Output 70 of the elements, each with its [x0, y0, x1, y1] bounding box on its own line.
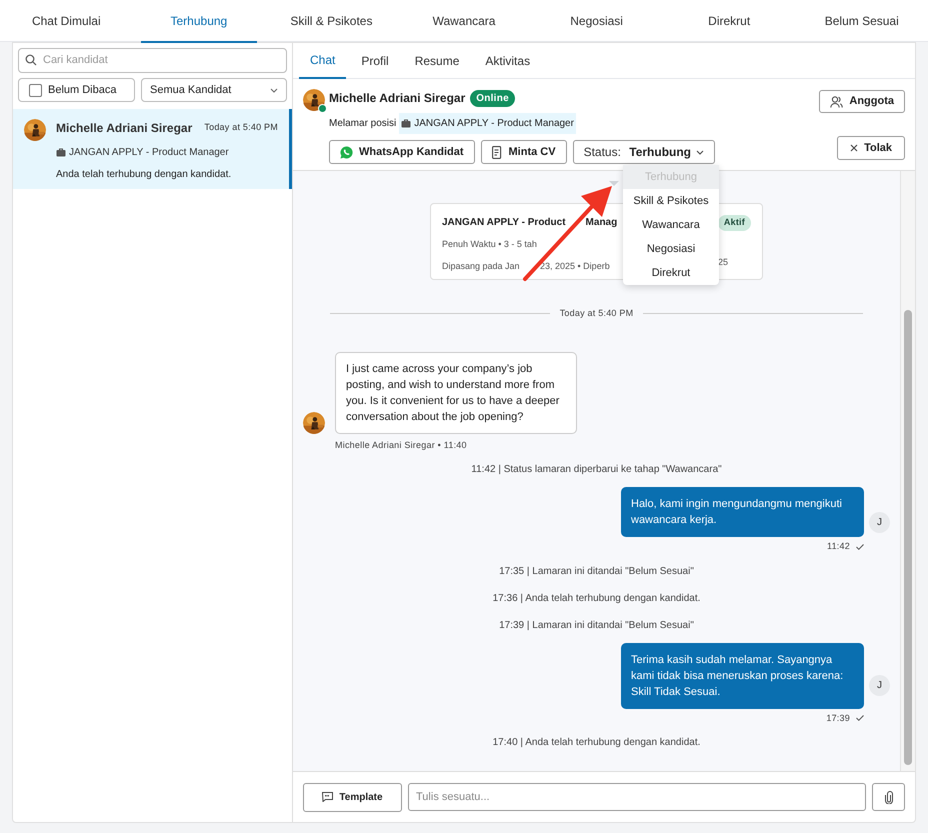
tab[interactable]: Belum Sesuai: [795, 0, 928, 42]
unread-checkbox-button[interactable]: Belum Dibaca: [18, 78, 135, 102]
attach-button[interactable]: [872, 783, 905, 811]
tab[interactable]: Wawancara: [398, 0, 530, 42]
candidate-filter-dropdown[interactable]: Semua Kandidat: [141, 78, 287, 102]
briefcase-icon: [56, 148, 66, 157]
menu-item[interactable]: Skill & Psikotes: [623, 189, 719, 213]
system-message: 17:36 | Anda telah terhubung dengan kandidat.: [492, 592, 700, 606]
menu-item[interactable]: Negosiasi: [623, 237, 719, 261]
applied-label: Melamar posisi: [329, 117, 396, 131]
user-avatar: J: [869, 512, 890, 532]
search-field[interactable]: Cari kandidat: [18, 48, 287, 72]
request-cv-button[interactable]: Minta CV: [480, 140, 567, 164]
job-meta: Penuh Waktu • 3 - 5 tah: [442, 238, 537, 250]
candidate-name: Michelle Adriani Siregar: [56, 120, 192, 137]
job-title: JANGAN APPLY - Product Manager: [414, 117, 574, 131]
template-button[interactable]: Template: [303, 782, 402, 812]
system-message: 17:40 | Anda telah terhubung dengan kandidat.: [492, 736, 700, 750]
message-input-field[interactable]: Tulis sesuatu...: [408, 783, 866, 811]
job-title: JANGAN APPLY - Product: [442, 216, 566, 230]
status-label: Status:: [584, 144, 622, 161]
tab[interactable]: Aktivitas: [474, 43, 542, 79]
posted-date: 25: [718, 256, 728, 268]
tab[interactable]: Skill & Psikotes: [265, 0, 398, 42]
timestamp: Today at 5:40 PM: [204, 121, 278, 134]
members-button[interactable]: Anggota: [819, 90, 905, 113]
tab[interactable]: Direkrut: [662, 0, 796, 42]
job-title: Manag: [586, 216, 618, 230]
tab[interactable]: Chat: [299, 43, 346, 79]
status-badge: Aktif: [718, 215, 751, 230]
people-icon: [830, 96, 844, 108]
message-meta: Michelle Adriani Siregar • 11:40: [335, 438, 468, 452]
message-preview: Anda telah terhubung dengan kandidat.: [56, 168, 232, 182]
scrollbar[interactable]: [900, 171, 915, 771]
chevron-down-icon: [696, 150, 704, 154]
quote-bubble-icon: [322, 792, 334, 802]
dropdown-value: Semua Kandidat: [150, 82, 232, 98]
date-separator: Today at 5:40 PM: [560, 307, 634, 320]
message-time: 17:39: [826, 712, 850, 724]
system-message: 11:42 | Status lamaran diperbarui ke tahap "Wawancara": [471, 463, 722, 477]
menu-item[interactable]: Wawancara: [623, 213, 719, 237]
whatsapp-button[interactable]: WhatsApp Kandidat: [329, 140, 474, 164]
status-value: Terhubung: [629, 144, 692, 161]
tab[interactable]: Negosiasi: [530, 0, 663, 42]
tab[interactable]: Profil: [350, 43, 400, 79]
chat-bubble-icon: [340, 146, 353, 158]
document-icon: [492, 146, 502, 158]
search-icon: [25, 54, 37, 66]
user-avatar: J: [869, 675, 890, 696]
close-icon: [850, 144, 858, 152]
status-dropdown[interactable]: Status: Terhubung: [572, 140, 716, 164]
scrollbar-thumb[interactable]: [904, 310, 912, 765]
system-message: 17:39 | Lamaran ini ditandai "Belum Sesuai": [499, 618, 694, 632]
menu-item[interactable]: Direkrut: [623, 261, 719, 285]
posted-date: Dipasang pada Jan: [442, 260, 521, 273]
tab[interactable]: Chat Dimulai: [0, 0, 133, 42]
briefcase-icon: [401, 119, 412, 128]
reject-button[interactable]: Tolak: [837, 136, 905, 160]
paperclip-icon: [884, 790, 892, 804]
system-message: 17:35 | Lamaran ini ditandai "Belum Sesuai": [499, 564, 694, 578]
chevron-down-icon: [270, 88, 278, 92]
candidate-name: Michelle Adriani Siregar: [329, 90, 466, 107]
conversation-item[interactable]: Michelle Adriani Siregar Today at 5:40 PM JANGAN APPLY - Product Manager Anda telah terhubung dengan kandidat.: [13, 109, 292, 189]
message-time: 11:42: [827, 540, 850, 553]
message-bubble: I just came across your company’s job posting, and wish to understand more from you. Is it convenient for us to have a deeper conversation about the job opening?: [335, 352, 577, 434]
message-bubble: Halo, kami ingin mengundangmu mengikuti wawancara kerja.: [621, 487, 864, 537]
job-title: JANGAN APPLY - Product Manager: [69, 146, 229, 160]
online-badge: Online: [470, 90, 515, 106]
message-bubble: Terima kasih sudah melamar. Sayangnya kami tidak bisa meneruskan proses karena: Skill Tidak Sesuai.: [621, 642, 864, 708]
tab[interactable]: Resume: [404, 43, 470, 79]
